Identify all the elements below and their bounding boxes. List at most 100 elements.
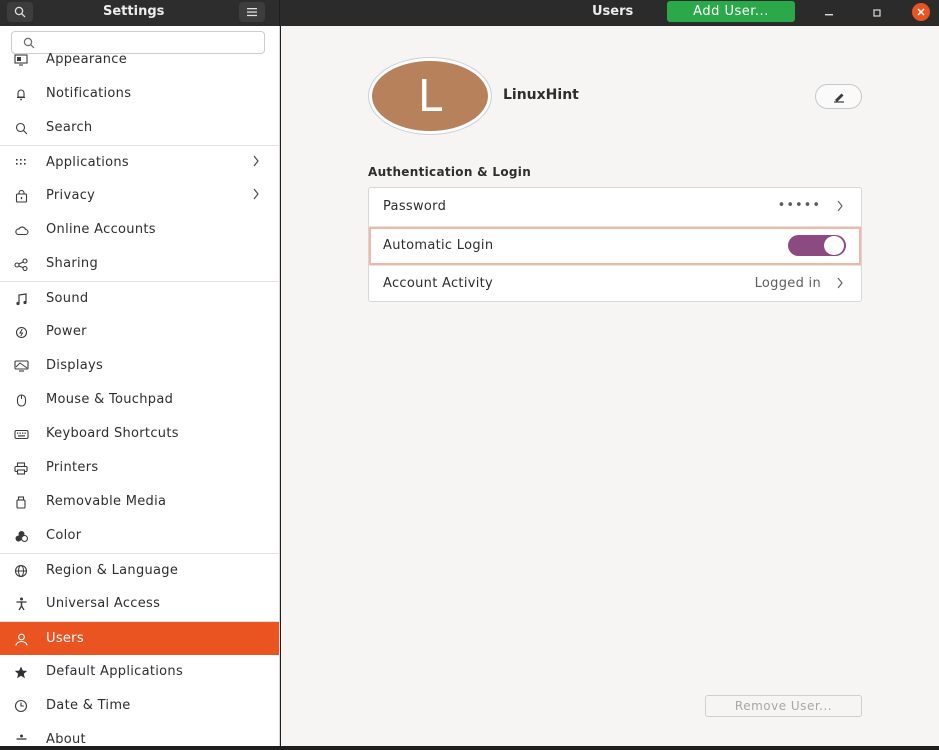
sidebar-item-removable-media[interactable]: Removable Media	[0, 485, 279, 519]
user-avatar[interactable]: L	[369, 58, 491, 134]
color-icon	[13, 528, 29, 544]
sidebar-item-default-applications[interactable]: Default Applications	[0, 655, 279, 689]
sidebar-item-color[interactable]: Color	[0, 519, 279, 553]
about-icon	[13, 732, 29, 746]
sidebar-item-label: Mouse & Touchpad	[46, 392, 174, 407]
globe-icon	[13, 563, 29, 579]
sidebar-item-privacy[interactable]: Privacy	[0, 179, 279, 213]
chevron-right-icon	[252, 155, 260, 171]
account-activity-value: Logged in	[754, 276, 821, 291]
user-icon	[13, 631, 29, 647]
sidebar-nav: Appearance Notifications Search Applicat…	[0, 52, 279, 746]
maximize-icon	[873, 9, 881, 17]
automatic-login-label: Automatic Login	[383, 238, 494, 253]
sidebar-item-label: Printers	[46, 460, 99, 475]
star-icon	[13, 664, 29, 680]
sidebar-item-label: Power	[46, 324, 87, 339]
hamburger-icon	[247, 8, 257, 17]
user-name: LinuxHint	[503, 87, 579, 103]
sidebar: Appearance Notifications Search Applicat…	[0, 26, 280, 746]
search-icon	[13, 120, 29, 136]
keyboard-icon	[13, 426, 29, 442]
automatic-login-row[interactable]: Automatic Login	[369, 227, 861, 265]
appearance-icon	[13, 52, 29, 68]
maximize-button[interactable]	[867, 3, 887, 23]
sidebar-item-mouse-touchpad[interactable]: Mouse & Touchpad	[0, 383, 279, 417]
account-activity-row[interactable]: Account Activity Logged in	[369, 265, 861, 303]
header-bar: Settings Users Add User...	[0, 0, 939, 26]
sidebar-item-label: Sharing	[46, 256, 99, 271]
sidebar-item-label: Applications	[46, 155, 130, 170]
close-button[interactable]	[912, 3, 930, 21]
lock-icon	[13, 188, 29, 204]
sidebar-item-sound[interactable]: Sound	[0, 281, 279, 315]
sidebar-item-label: Displays	[46, 358, 104, 373]
sidebar-header: Settings	[0, 0, 280, 26]
chevron-right-icon	[836, 277, 844, 293]
remove-user-button[interactable]: Remove User...	[705, 695, 862, 717]
automatic-login-toggle[interactable]	[788, 235, 846, 256]
edit-name-button[interactable]	[815, 84, 862, 109]
sidebar-item-appearance[interactable]: Appearance	[0, 43, 279, 77]
clock-icon	[13, 698, 29, 714]
menu-button[interactable]	[239, 2, 265, 22]
sidebar-item-label: Notifications	[46, 86, 132, 101]
password-value: •••••	[777, 198, 821, 213]
sidebar-item-label: Universal Access	[46, 596, 161, 611]
search-icon	[14, 6, 26, 18]
sidebar-item-date-time[interactable]: Date & Time	[0, 689, 279, 723]
mouse-icon	[13, 392, 29, 408]
sidebar-item-power[interactable]: Power	[0, 315, 279, 349]
grid-icon	[13, 155, 29, 171]
add-user-button[interactable]: Add User...	[667, 1, 795, 22]
sidebar-item-keyboard-shortcuts[interactable]: Keyboard Shortcuts	[0, 417, 279, 451]
removable-media-icon	[13, 494, 29, 510]
auth-list: Password ••••• Automatic Login Account A…	[368, 187, 862, 302]
sidebar-item-online-accounts[interactable]: Online Accounts	[0, 213, 279, 247]
chevron-right-icon	[836, 200, 844, 216]
settings-title: Settings	[103, 4, 165, 19]
avatar-letter: L	[417, 70, 443, 122]
sidebar-item-sharing[interactable]: Sharing	[0, 247, 279, 281]
display-icon	[13, 358, 29, 374]
share-icon	[13, 256, 29, 272]
pencil-icon	[833, 93, 844, 103]
sidebar-item-about[interactable]: About	[0, 723, 279, 746]
password-row[interactable]: Password •••••	[369, 188, 861, 226]
sidebar-item-label: Date & Time	[46, 698, 131, 713]
sidebar-item-label: Region & Language	[46, 563, 179, 578]
sidebar-item-region-language[interactable]: Region & Language	[0, 553, 279, 587]
cloud-icon	[13, 222, 29, 238]
main-panel: L LinuxHint Authentication & Login Passw…	[281, 26, 939, 746]
printer-icon	[13, 460, 29, 476]
sidebar-item-label: Sound	[46, 291, 89, 306]
sidebar-item-label: About	[46, 732, 86, 746]
sidebar-item-label: Users	[46, 631, 84, 646]
page-title: Users	[592, 4, 634, 19]
minimize-button[interactable]	[819, 3, 839, 23]
bell-icon	[13, 86, 29, 102]
sidebar-item-label: Keyboard Shortcuts	[46, 426, 179, 441]
sidebar-item-label: Search	[46, 120, 93, 135]
sidebar-item-label: Color	[46, 528, 82, 543]
close-icon	[917, 8, 925, 16]
accessibility-icon	[13, 596, 29, 612]
search-toggle-button[interactable]	[7, 2, 33, 22]
sidebar-item-printers[interactable]: Printers	[0, 451, 279, 485]
minimize-icon	[825, 14, 833, 16]
auth-section-title: Authentication & Login	[368, 165, 532, 179]
sidebar-item-label: Privacy	[46, 188, 96, 203]
sidebar-item-label: Online Accounts	[46, 222, 156, 237]
sidebar-item-users[interactable]: Users	[0, 621, 279, 655]
sidebar-item-displays[interactable]: Displays	[0, 349, 279, 383]
toggle-knob	[824, 236, 844, 255]
sidebar-item-universal-access[interactable]: Universal Access	[0, 587, 279, 621]
account-activity-label: Account Activity	[383, 276, 494, 291]
music-note-icon	[13, 291, 29, 307]
sidebar-item-applications[interactable]: Applications	[0, 145, 279, 179]
power-icon	[13, 324, 29, 340]
sidebar-item-search[interactable]: Search	[0, 111, 279, 145]
sidebar-item-notifications[interactable]: Notifications	[0, 77, 279, 111]
sidebar-item-label: Removable Media	[46, 494, 167, 509]
password-label: Password	[383, 199, 447, 214]
